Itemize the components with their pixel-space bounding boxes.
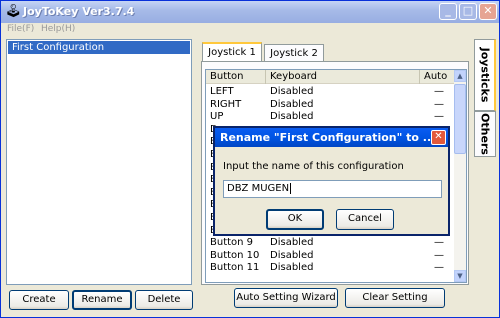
cell-keyboard: Disabled [270, 237, 314, 249]
cell-auto: — [434, 249, 444, 261]
text-caret [290, 182, 292, 194]
table-row[interactable]: RIGHT Disabled — [206, 99, 456, 111]
table-row[interactable]: Button 9 Disabled — [206, 237, 456, 249]
table-row[interactable]: Button 11 Disabled — [206, 262, 456, 274]
side-tab-others-label: Others [478, 113, 492, 155]
cell-auto: — [434, 237, 444, 249]
cell-auto: — [434, 111, 444, 123]
ok-button[interactable]: OK [266, 209, 324, 230]
column-keyboard[interactable]: Keyboard [266, 70, 420, 84]
cell-keyboard: Disabled [270, 86, 314, 97]
title-bar[interactable]: 🕹 JoyToKey Ver3.7.4 _ □ ✕ [1, 1, 499, 23]
cell-auto: — [434, 86, 444, 97]
tab-joystick-1[interactable]: Joystick 1 [202, 42, 262, 63]
config-item-first[interactable]: First Configuration [8, 41, 190, 54]
scroll-thumb[interactable] [454, 84, 466, 154]
side-tab-joysticks[interactable]: Joysticks [474, 39, 496, 111]
delete-button[interactable]: Delete [135, 290, 193, 310]
configuration-list[interactable]: First Configuration [6, 39, 192, 285]
configuration-name-input[interactable]: DBZ MUGEN [223, 180, 442, 198]
menu-bar: File(F) Help(H) [1, 23, 499, 37]
side-tab-joysticks-label: Joysticks [478, 47, 491, 103]
rename-dialog: Rename "First Configuration" to ... ✕ In… [213, 126, 450, 236]
joystick-icon: 🕹 [5, 4, 22, 19]
maximize-icon[interactable]: □ [459, 3, 477, 20]
table-row[interactable]: UP Disabled — [206, 111, 456, 123]
dialog-close-icon[interactable]: ✕ [431, 130, 446, 145]
dialog-title-bar[interactable]: Rename "First Configuration" to ... ✕ [215, 128, 448, 147]
column-button[interactable]: Button [206, 70, 266, 84]
window-title: JoyToKey Ver3.7.4 [23, 5, 135, 18]
column-auto[interactable]: Auto [420, 70, 456, 84]
minimize-icon[interactable]: _ [439, 3, 457, 20]
scroll-down-icon[interactable]: ▼ [454, 270, 466, 282]
configuration-name-value: DBZ MUGEN [227, 183, 290, 194]
cell-auto: — [434, 98, 444, 110]
cell-keyboard: Disabled [270, 111, 314, 123]
clear-setting-button[interactable]: Clear Setting [345, 288, 445, 308]
create-button[interactable]: Create [9, 290, 69, 310]
cell-keyboard: Disabled [270, 98, 314, 110]
cell-button: Button 10 [210, 249, 260, 261]
scroll-up-icon[interactable]: ▲ [454, 70, 466, 82]
table-row[interactable]: LEFT Disabled — [206, 86, 456, 98]
menu-file[interactable]: File(F) [7, 24, 34, 34]
close-icon[interactable]: ✕ [479, 3, 497, 20]
cell-keyboard: Disabled [270, 249, 314, 261]
main-window: 🕹 JoyToKey Ver3.7.4 _ □ ✕ File(F) Help(H… [0, 0, 500, 318]
cell-button: LEFT [210, 86, 234, 97]
vertical-scrollbar[interactable]: ▲ ▼ [454, 70, 466, 282]
side-tab-others[interactable]: Others [474, 111, 496, 157]
rename-button[interactable]: Rename [72, 290, 132, 310]
cancel-button[interactable]: Cancel [336, 209, 394, 230]
cell-auto: — [434, 262, 444, 274]
dialog-title: Rename "First Configuration" to ... [220, 131, 436, 144]
cell-keyboard: Disabled [270, 262, 314, 274]
cell-button: RIGHT [210, 98, 242, 110]
menu-help[interactable]: Help(H) [41, 24, 75, 34]
table-row[interactable]: Button 10 Disabled — [206, 250, 456, 262]
auto-setting-wizard-button[interactable]: Auto Setting Wizard [234, 288, 338, 308]
table-header: Button Keyboard Auto [206, 70, 456, 84]
cell-button: Button 9 [210, 237, 254, 249]
cell-button: UP [210, 111, 224, 123]
cell-button: Button 11 [210, 262, 260, 274]
dialog-prompt-label: Input the name of this configuration [223, 161, 404, 172]
